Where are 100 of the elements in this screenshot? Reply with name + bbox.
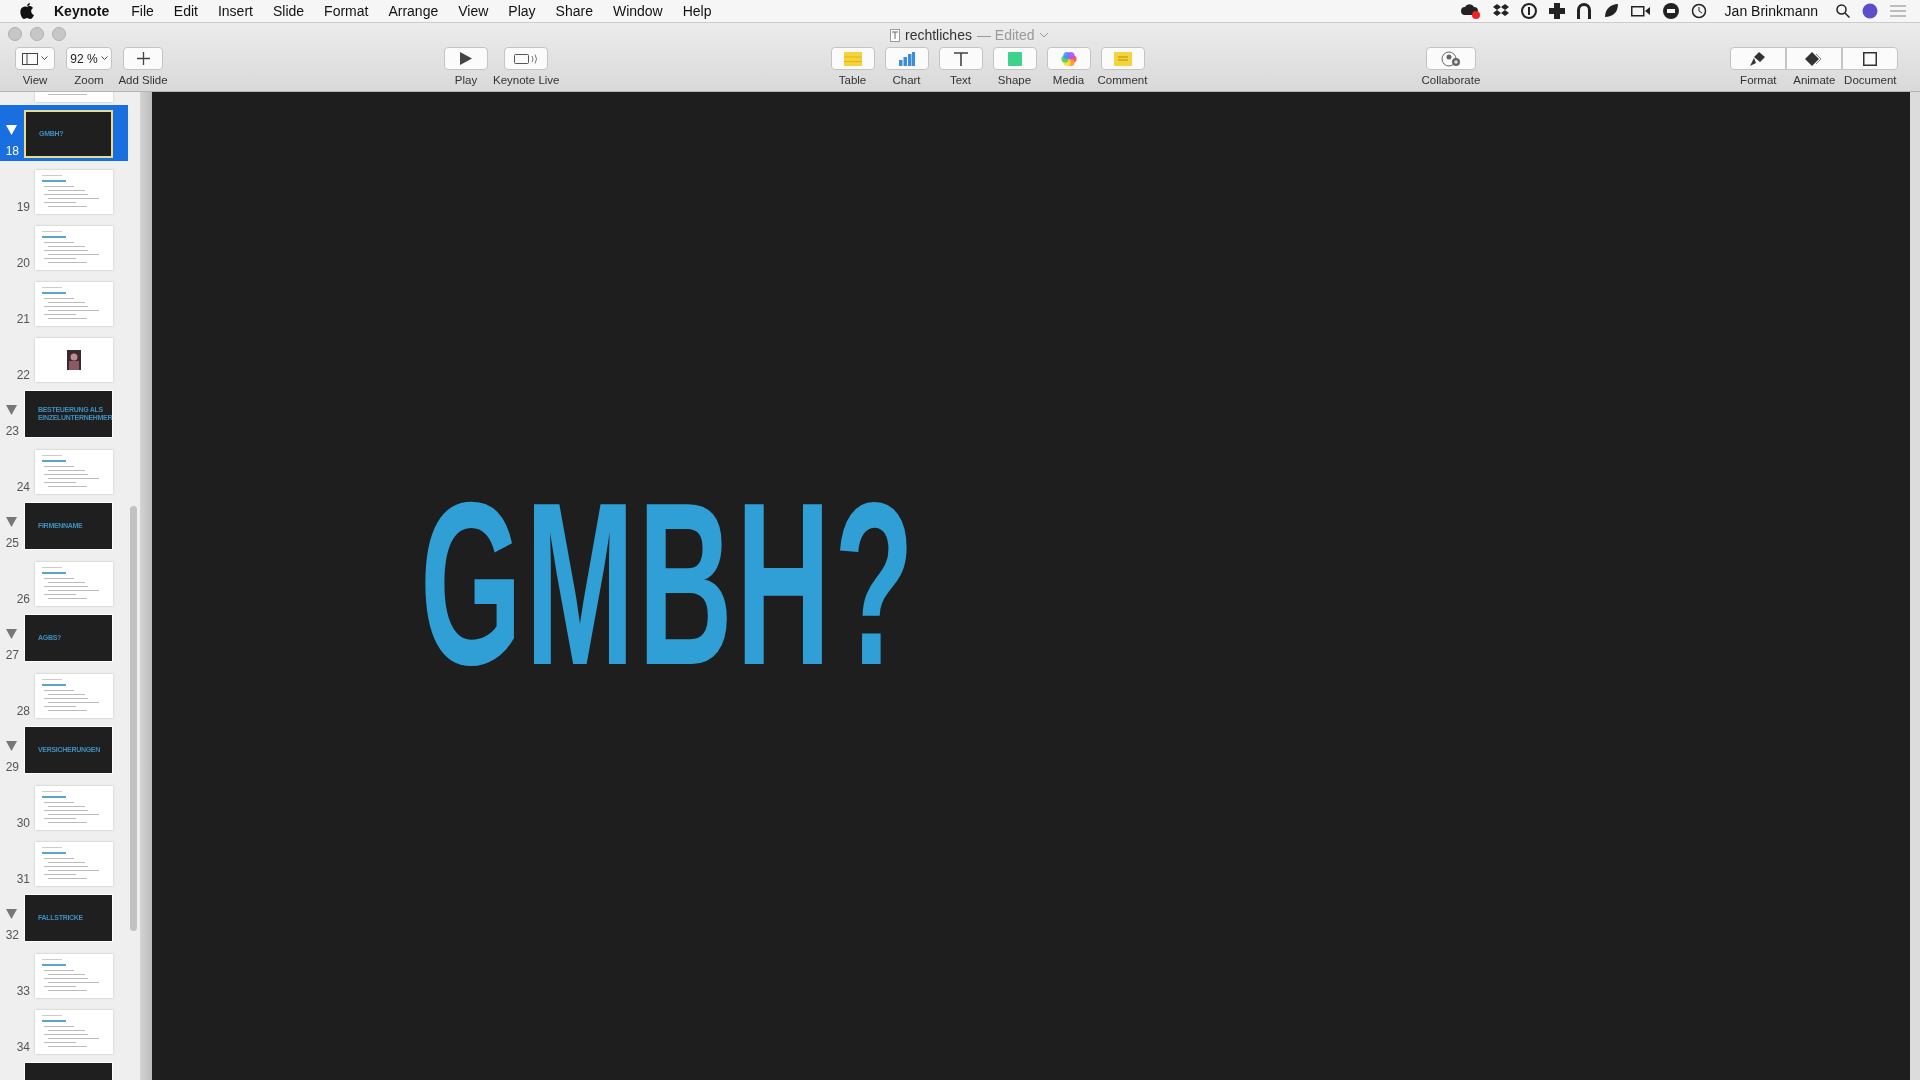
slide-number: 28 bbox=[16, 704, 30, 718]
menu-item[interactable]: Share bbox=[555, 3, 593, 19]
toolbar-button[interactable] bbox=[444, 47, 488, 70]
cloud-icon bbox=[1460, 3, 1481, 19]
orb-icon bbox=[1862, 3, 1878, 19]
toolbar-label: Keynote Live bbox=[493, 74, 560, 86]
menu-item[interactable]: Edit bbox=[173, 3, 198, 19]
slide-number: 33 bbox=[16, 984, 30, 998]
menu-item[interactable]: Format bbox=[324, 3, 369, 19]
toolbar-button[interactable] bbox=[504, 47, 549, 70]
slide-number: 26 bbox=[16, 592, 30, 606]
menu-item[interactable]: Window bbox=[612, 3, 663, 19]
toolbar-button[interactable] bbox=[1730, 47, 1787, 70]
paintbrush-icon bbox=[1750, 51, 1767, 66]
window-button[interactable] bbox=[52, 27, 66, 41]
menu-item[interactable]: Arrange bbox=[388, 3, 439, 19]
toolbar-label: Table bbox=[838, 74, 867, 86]
slide-number: 21 bbox=[16, 312, 30, 326]
slide-number: 25 bbox=[5, 536, 19, 550]
disclosure-triangle-icon[interactable] bbox=[6, 909, 17, 919]
slide-number: 31 bbox=[16, 872, 30, 886]
plus-icon bbox=[136, 52, 150, 65]
person-add-icon bbox=[1440, 50, 1461, 67]
user-name[interactable]: Jan Brinkmann bbox=[1724, 3, 1818, 19]
record-icon bbox=[1662, 3, 1679, 19]
slide-number: 27 bbox=[5, 648, 19, 662]
document-file-icon bbox=[890, 28, 900, 42]
toolbar-button[interactable] bbox=[15, 47, 55, 70]
menu-item[interactable]: Insert bbox=[217, 3, 253, 19]
cross-icon bbox=[1548, 3, 1565, 19]
caret-icon bbox=[1039, 32, 1048, 38]
menu-item[interactable]: Play bbox=[508, 3, 536, 19]
disclosure-triangle-icon[interactable] bbox=[6, 517, 17, 527]
slide-number: 22 bbox=[16, 368, 30, 382]
disclosure-triangle-icon[interactable] bbox=[6, 629, 17, 639]
toolbar-label: Media bbox=[1052, 74, 1085, 86]
toolbar-label: Animate bbox=[1793, 74, 1836, 86]
slide-thumbnail[interactable] bbox=[35, 226, 113, 270]
menu-item[interactable]: File bbox=[131, 3, 154, 19]
slide-thumbnail[interactable] bbox=[35, 282, 113, 326]
slide-thumbnail[interactable] bbox=[35, 1010, 113, 1054]
slide-number: 24 bbox=[16, 480, 30, 494]
menu-item[interactable]: Help bbox=[682, 3, 712, 19]
toolbar-label: Play bbox=[454, 74, 478, 86]
toolbar-label: Comment bbox=[1097, 74, 1148, 86]
disclosure-triangle-icon[interactable] bbox=[6, 405, 17, 415]
apple-icon[interactable] bbox=[20, 3, 34, 19]
text-icon bbox=[953, 51, 968, 66]
toolbar-label: Chart bbox=[892, 74, 921, 86]
menu-item[interactable]: View bbox=[458, 3, 489, 19]
search-icon bbox=[1836, 4, 1850, 18]
toolbar-label: Document bbox=[1844, 74, 1897, 86]
bar-chart-icon bbox=[898, 51, 915, 66]
camera-icon bbox=[1630, 4, 1651, 18]
toolbar-button[interactable] bbox=[1842, 47, 1899, 70]
slide-title: GMBH? bbox=[420, 489, 918, 679]
disclosure-triangle-icon[interactable] bbox=[6, 125, 17, 135]
disclosure-triangle-icon[interactable] bbox=[6, 741, 17, 751]
document-icon bbox=[1863, 51, 1878, 66]
flower-icon bbox=[1060, 50, 1077, 67]
leaf-icon bbox=[1602, 3, 1619, 19]
menu-item[interactable]: Slide bbox=[272, 3, 305, 19]
window-button[interactable] bbox=[8, 27, 22, 41]
slide-number: 30 bbox=[16, 816, 30, 830]
slide-thumbnail[interactable] bbox=[35, 674, 113, 718]
slide-thumbnail[interactable] bbox=[35, 450, 113, 494]
toolbar-label: Collaborate bbox=[1421, 74, 1481, 86]
slide-number: 32 bbox=[5, 928, 19, 942]
toolbar-button[interactable] bbox=[938, 47, 983, 70]
toolbar-label: Format bbox=[1740, 74, 1777, 86]
arch-icon bbox=[1576, 3, 1591, 19]
list-icon bbox=[1890, 5, 1906, 17]
slide-number: 19 bbox=[16, 200, 30, 214]
slide-thumbnail[interactable] bbox=[35, 170, 113, 214]
slide-thumbnail[interactable] bbox=[35, 562, 113, 606]
slide-thumbnail[interactable] bbox=[35, 842, 113, 886]
slide-thumbnail[interactable] bbox=[35, 786, 113, 830]
scrollbar-thumb[interactable] bbox=[130, 506, 137, 931]
slide-thumbnail[interactable] bbox=[35, 338, 113, 382]
square-icon bbox=[1007, 51, 1022, 66]
diamond-icon bbox=[1805, 51, 1824, 66]
info-circle-icon bbox=[1520, 3, 1537, 19]
boxes-icon bbox=[1492, 4, 1509, 18]
slide-number: 20 bbox=[16, 256, 30, 270]
window-button[interactable] bbox=[30, 27, 44, 41]
toolbar-label: View bbox=[22, 74, 48, 86]
history-icon bbox=[1690, 3, 1707, 19]
screen-broadcast-icon bbox=[514, 52, 539, 65]
window-title: rechtliches bbox=[905, 27, 972, 43]
toolbar-button[interactable] bbox=[123, 47, 163, 70]
toolbar-button[interactable] bbox=[1786, 47, 1843, 70]
toolbar-label: Text bbox=[949, 74, 972, 86]
toolbar-button[interactable] bbox=[1425, 47, 1476, 70]
slide-thumbnail[interactable] bbox=[35, 954, 113, 998]
sidebar-layout-icon bbox=[22, 52, 38, 65]
slide-number: 34 bbox=[16, 1040, 30, 1054]
toolbar-button[interactable]: 92 % bbox=[66, 47, 112, 70]
note-icon bbox=[1113, 51, 1132, 66]
slide-number: 29 bbox=[5, 760, 19, 774]
app-menu[interactable]: Keynote bbox=[54, 3, 110, 19]
